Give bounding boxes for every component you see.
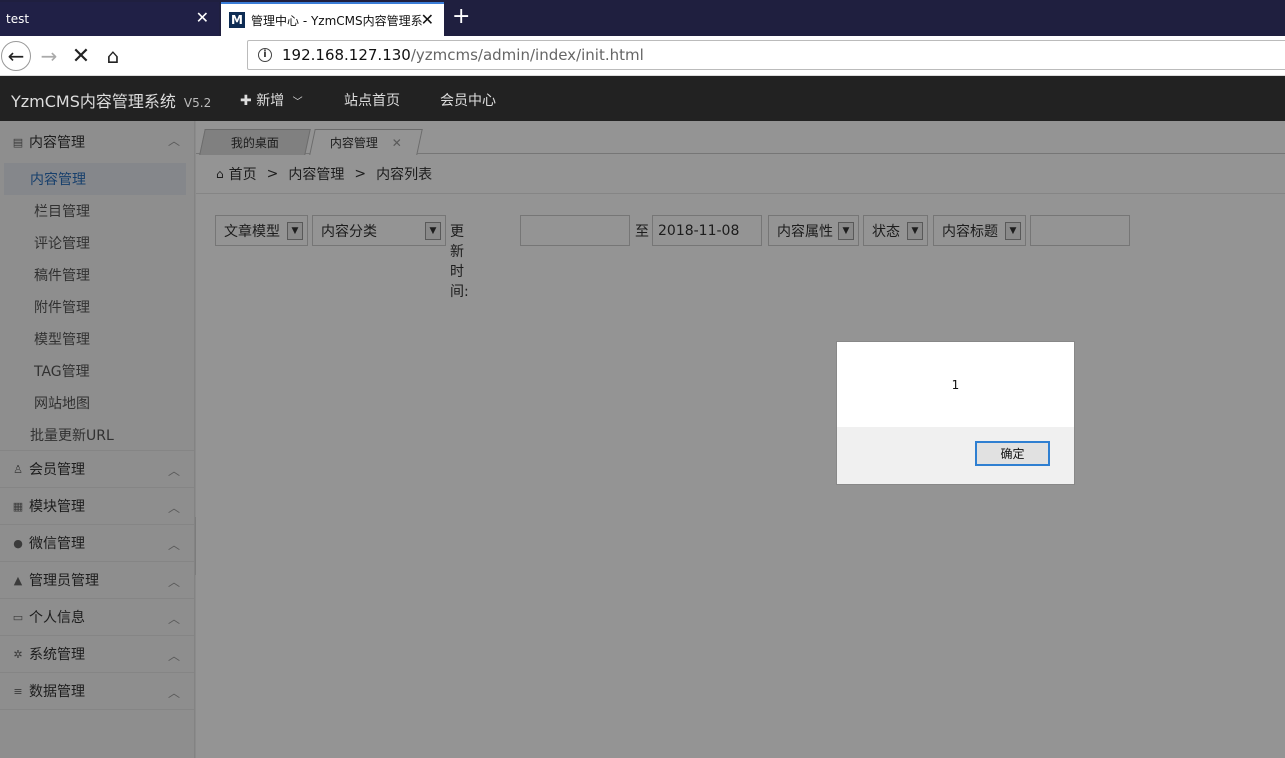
nav-member-center[interactable]: 会员中心 <box>440 90 496 110</box>
info-icon[interactable]: i <box>258 48 272 62</box>
plus-icon: ✚ <box>240 93 252 109</box>
version-label: V5.2 <box>183 96 212 110</box>
browser-nav-bar: ← → ✕ ⌂ i 192.168.127.130/yzmcms/admin/i… <box>0 36 1285 76</box>
app-header: YzmCMS内容管理系统 V5.2 ✚ 新增 ﹀ 站点首页 会员中心 <box>0 76 1285 121</box>
ok-button[interactable]: 确定 <box>975 441 1050 466</box>
url-host: 192.168.127.130 <box>282 46 411 64</box>
modal-overlay <box>0 121 1285 758</box>
new-tab-icon[interactable]: + <box>452 6 470 28</box>
nav-site-home[interactable]: 站点首页 <box>344 90 400 110</box>
stop-loading-icon[interactable]: ✕ <box>66 41 96 71</box>
back-arrow-icon[interactable]: ← <box>1 41 31 71</box>
home-icon[interactable]: ⌂ <box>98 41 128 71</box>
nav-add-label: 新增 <box>256 93 285 109</box>
address-bar[interactable]: i 192.168.127.130/yzmcms/admin/index/ini… <box>247 40 1285 70</box>
alert-message: 1 <box>837 342 1074 427</box>
browser-tab-strip: test ✕ M 管理中心 - YzmCMS内容管理系 ✕ + <box>0 0 1285 36</box>
site-favicon-icon: M <box>229 12 245 28</box>
alert-dialog: 1 确定 <box>836 341 1075 485</box>
browser-tab-test[interactable]: test ✕ <box>0 2 219 36</box>
app-brand: YzmCMS内容管理系统 V5.2 <box>11 88 211 112</box>
browser-tab-admin[interactable]: M 管理中心 - YzmCMS内容管理系 ✕ <box>221 2 444 36</box>
brand-title: YzmCMS内容管理系统 <box>11 92 176 111</box>
close-icon[interactable]: ✕ <box>196 10 209 26</box>
forward-arrow-icon[interactable]: → <box>34 41 64 71</box>
chevron-down-icon: ﹀ <box>292 97 303 108</box>
close-icon[interactable]: ✕ <box>421 12 434 28</box>
url-path: /yzmcms/admin/index/init.html <box>410 46 644 64</box>
tab-title: test <box>6 12 30 26</box>
tab-title: 管理中心 - YzmCMS内容管理系 <box>251 13 423 28</box>
nav-add-menu[interactable]: ✚ 新增 ﹀ <box>240 90 303 110</box>
